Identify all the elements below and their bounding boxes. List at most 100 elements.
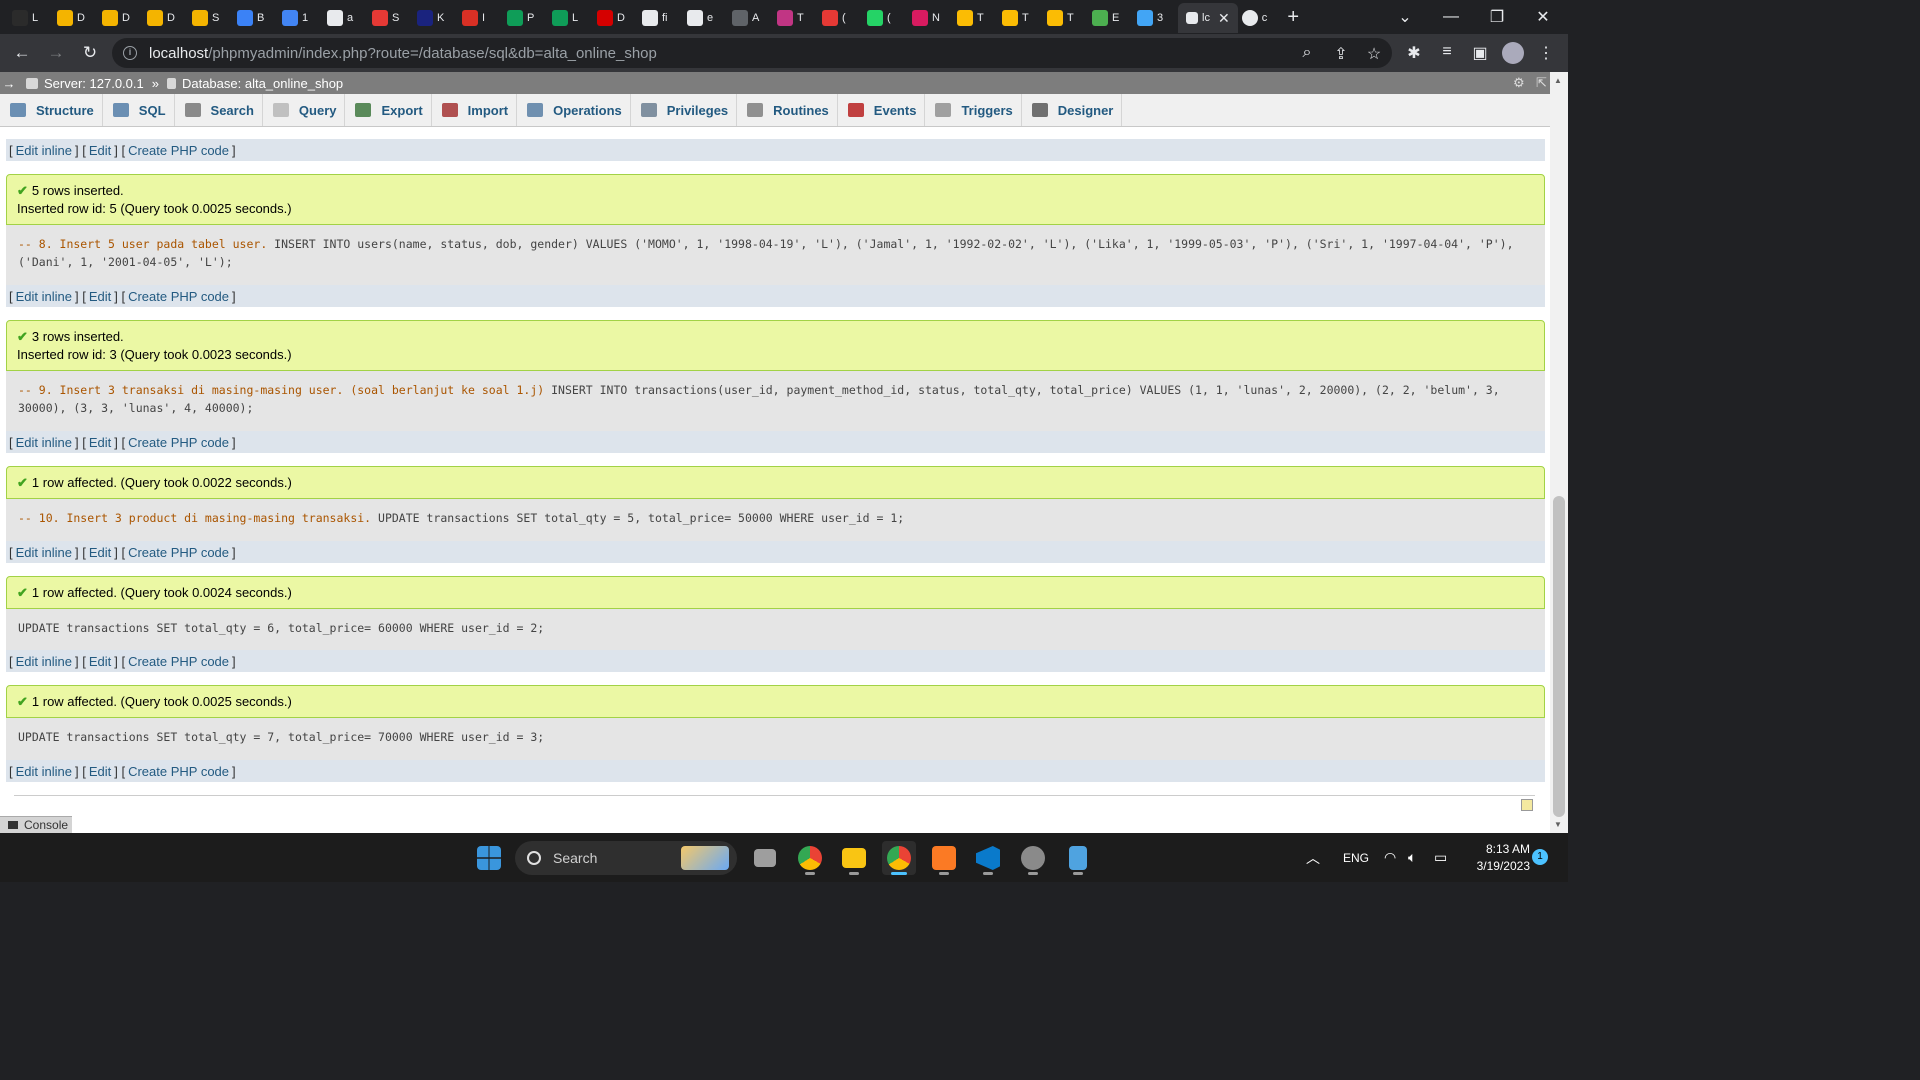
tab-structure[interactable]: Structure [0, 94, 103, 126]
create-php-code-link[interactable]: Create PHP code [128, 764, 229, 779]
scrollbar-thumb[interactable] [1553, 496, 1565, 817]
page-scrollbar[interactable]: ▲ ▼ [1550, 72, 1568, 833]
edit-inline-link[interactable]: Edit inline [16, 654, 72, 669]
notes-icon[interactable] [1521, 799, 1533, 811]
browser-tab[interactable]: S [368, 3, 413, 33]
scroll-down-icon[interactable]: ▼ [1554, 820, 1562, 829]
browser-tab[interactable]: P [503, 3, 548, 33]
edit-inline-link[interactable]: Edit inline [16, 545, 72, 560]
bookmark-star-icon[interactable]: ☆ [1365, 44, 1383, 64]
show-hidden-icons-chevron-icon[interactable]: ︿ [1306, 833, 1320, 882]
menu-kebab-icon[interactable]: ⋮ [1536, 43, 1556, 63]
browser-tab[interactable]: ( [863, 3, 908, 33]
browser-tab[interactable]: E [1088, 3, 1133, 33]
edit-inline-link[interactable]: Edit inline [16, 143, 72, 158]
share-icon[interactable]: ⇪ [1332, 44, 1350, 64]
browser-tab[interactable]: T [773, 3, 818, 33]
restore-button[interactable]: ❐ [1474, 0, 1520, 34]
volume-icon[interactable]: 🔈︎ [1408, 833, 1416, 882]
side-panel-icon[interactable]: ▣ [1470, 43, 1490, 63]
edit-link[interactable]: Edit [89, 654, 111, 669]
browser-tab[interactable]: T [998, 3, 1043, 33]
browser-tab[interactable]: L [8, 3, 53, 33]
collapse-top-icon[interactable]: ⇱ [1536, 75, 1547, 91]
create-php-code-link[interactable]: Create PHP code [128, 545, 229, 560]
collapse-nav-icon[interactable]: → [0, 76, 18, 91]
browser-tab[interactable]: K [413, 3, 458, 33]
create-php-code-link[interactable]: Create PHP code [128, 435, 229, 450]
language-indicator[interactable]: ENG [1343, 833, 1369, 882]
edit-inline-link[interactable]: Edit inline [16, 435, 72, 450]
tab-triggers[interactable]: Triggers [925, 94, 1022, 126]
taskbar-settings[interactable] [1016, 841, 1050, 875]
taskbar-chrome[interactable] [882, 841, 916, 875]
browser-tab[interactable]: fi [638, 3, 683, 33]
tab-sql[interactable]: SQL [103, 94, 175, 126]
site-info-icon[interactable]: i [123, 46, 137, 60]
browser-tab[interactable]: D [593, 3, 638, 33]
browser-tab[interactable]: N [908, 3, 953, 33]
browser-tab[interactable]: I [458, 3, 503, 33]
breadcrumb-database[interactable]: Database: alta_online_shop [166, 76, 343, 91]
notification-badge[interactable]: 1 [1532, 849, 1548, 865]
reload-icon[interactable]: ↻ [74, 37, 106, 69]
create-php-code-link[interactable]: Create PHP code [128, 289, 229, 304]
tab-close-icon[interactable]: ✕ [1218, 10, 1230, 27]
close-window-button[interactable]: ✕ [1520, 0, 1566, 34]
tab-import[interactable]: Import [432, 94, 518, 126]
edit-link[interactable]: Edit [89, 289, 111, 304]
console-toggle[interactable]: Console [0, 816, 72, 833]
tab-privileges[interactable]: Privileges [631, 94, 738, 126]
tab-events[interactable]: Events [838, 94, 926, 126]
tab-operations[interactable]: Operations [517, 94, 631, 126]
settings-gear-icon[interactable]: ⚙ [1513, 75, 1525, 91]
tab-export[interactable]: Export [345, 94, 432, 126]
edit-inline-link[interactable]: Edit inline [16, 289, 72, 304]
browser-tab[interactable]: B [233, 3, 278, 33]
browser-tab[interactable]: T [1043, 3, 1088, 33]
tab-search[interactable]: Search [175, 94, 263, 126]
edit-link[interactable]: Edit [89, 435, 111, 450]
browser-tab[interactable]: D [53, 3, 98, 33]
taskbar-chrome-profile[interactable] [793, 841, 827, 875]
new-tab-button[interactable]: + [1281, 6, 1305, 29]
active-tab[interactable]: lc ✕ [1178, 3, 1238, 33]
browser-tab[interactable]: A [728, 3, 773, 33]
edit-link[interactable]: Edit [89, 143, 111, 158]
edit-link[interactable]: Edit [89, 545, 111, 560]
browser-tab[interactable]: 1 [278, 3, 323, 33]
minimize-button[interactable]: — [1428, 0, 1474, 34]
taskbar-xampp[interactable] [927, 841, 961, 875]
zoom-icon[interactable]: ⌕ [1298, 44, 1316, 62]
browser-tab[interactable]: a [323, 3, 368, 33]
browser-tab[interactable]: e [683, 3, 728, 33]
start-button[interactable] [472, 841, 506, 875]
tab-designer[interactable]: Designer [1022, 94, 1123, 126]
create-php-code-link[interactable]: Create PHP code [128, 143, 229, 158]
back-icon[interactable]: ← [6, 37, 38, 69]
tab-search-chevron-icon[interactable]: ⌄ [1382, 0, 1428, 34]
taskbar-notepad[interactable] [1061, 841, 1095, 875]
task-view-button[interactable] [748, 841, 782, 875]
media-icon[interactable]: ≡ [1437, 43, 1457, 61]
address-bar[interactable]: i localhost/phpmyadmin/index.php?route=/… [112, 38, 1392, 68]
profile-avatar[interactable] [1502, 42, 1524, 64]
edit-inline-link[interactable]: Edit inline [16, 764, 72, 779]
taskbar-search[interactable]: Search [515, 841, 737, 875]
taskbar-file-explorer[interactable] [837, 841, 871, 875]
tab-query[interactable]: Query [263, 94, 346, 126]
browser-tab[interactable]: T [953, 3, 998, 33]
tab-routines[interactable]: Routines [737, 94, 838, 126]
wifi-icon[interactable]: ◠ [1384, 833, 1396, 882]
browser-tab[interactable]: D [98, 3, 143, 33]
scroll-up-icon[interactable]: ▲ [1554, 76, 1562, 85]
create-php-code-link[interactable]: Create PHP code [128, 654, 229, 669]
forward-icon[interactable]: → [40, 37, 72, 69]
clock[interactable]: 8:13 AM 3/19/2023 [1460, 841, 1530, 875]
browser-tab[interactable]: L [548, 3, 593, 33]
browser-tab[interactable]: S [188, 3, 233, 33]
taskbar-vscode[interactable] [971, 841, 1005, 875]
browser-tab[interactable]: 3 [1133, 3, 1178, 33]
extensions-icon[interactable]: ✱ [1404, 43, 1424, 63]
tab[interactable]: c [1238, 3, 1272, 33]
